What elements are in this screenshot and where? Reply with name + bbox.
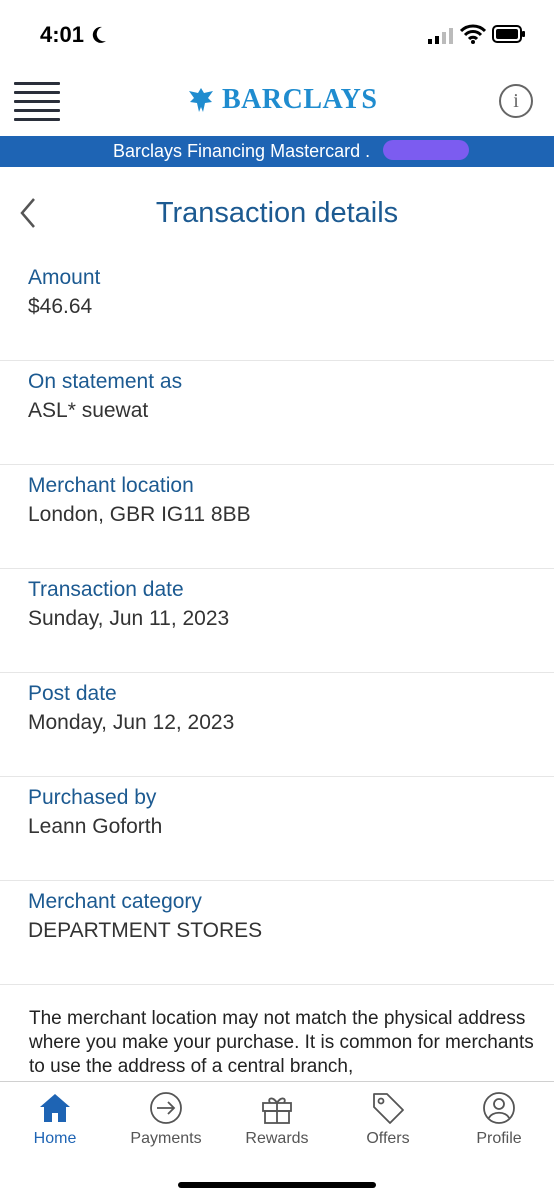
info-icon: i <box>513 90 519 112</box>
merchant-location-disclaimer: The merchant location may not match the … <box>29 1008 534 1077</box>
brand-name: BARCLAYS <box>222 84 378 115</box>
account-banner: Barclays Financing Mastercard . <box>0 136 554 167</box>
status-bar: 4:01 <box>0 0 554 70</box>
status-time: 4:01 <box>40 22 85 47</box>
tag-icon <box>373 1093 404 1124</box>
detail-label: Post date <box>28 682 117 705</box>
tab-home[interactable]: Home <box>0 1090 110 1160</box>
detail-value: $46.64 <box>28 295 93 318</box>
detail-row-post-date: Post date Monday, Jun 12, 2023 <box>0 673 554 777</box>
detail-row-merchant-location: Merchant location London, GBR IG11 8BB <box>0 465 554 569</box>
hamburger-menu-button[interactable] <box>14 82 60 121</box>
detail-label: On statement as <box>28 370 183 393</box>
detail-row-purchased-by: Purchased by Leann Goforth <box>0 777 554 881</box>
eagle-icon <box>189 88 213 112</box>
transaction-detail-list: Amount $46.64 On statement as ASL* suewa… <box>0 257 554 985</box>
detail-value: DEPARTMENT STORES <box>28 919 263 942</box>
detail-value: ASL* suewat <box>28 399 149 422</box>
page-title: Transaction details <box>155 197 399 229</box>
wifi-icon <box>460 24 486 44</box>
tab-label: Profile <box>476 1130 522 1147</box>
home-indicator <box>178 1182 376 1188</box>
detail-row-transaction-date: Transaction date Sunday, Jun 11, 2023 <box>0 569 554 673</box>
detail-row-amount: Amount $46.64 <box>0 257 554 361</box>
gift-icon <box>262 1097 292 1124</box>
battery-icon <box>492 25 525 43</box>
tab-label: Offers <box>366 1130 410 1147</box>
moon-icon <box>92 26 106 43</box>
detail-label: Merchant location <box>28 474 194 497</box>
detail-label: Amount <box>28 266 101 289</box>
detail-label: Purchased by <box>28 786 157 809</box>
payments-icon <box>150 1092 182 1124</box>
detail-value: Sunday, Jun 11, 2023 <box>28 607 230 630</box>
tab-payments[interactable]: Payments <box>111 1090 221 1160</box>
tab-label: Payments <box>130 1130 202 1147</box>
tab-offers[interactable]: Offers <box>333 1090 443 1160</box>
detail-label: Transaction date <box>28 578 184 601</box>
home-icon <box>40 1094 70 1122</box>
detail-value: Leann Goforth <box>28 815 163 838</box>
tab-label: Home <box>33 1130 77 1147</box>
tab-label: Rewards <box>245 1130 309 1147</box>
app-header: BARCLAYS i <box>0 70 554 136</box>
page-header: Transaction details <box>0 167 554 257</box>
detail-row-statement: On statement as ASL* suewat <box>0 361 554 465</box>
detail-row-merchant-category: Merchant category DEPARTMENT STORES <box>0 881 554 985</box>
cellular-signal-icon <box>428 28 453 44</box>
bottom-tab-bar: Home Payments Rewards Offers Profile <box>0 1081 554 1201</box>
detail-label: Merchant category <box>28 890 202 913</box>
detail-value: London, GBR IG11 8BB <box>28 503 251 526</box>
tab-profile[interactable]: Profile <box>444 1090 554 1160</box>
profile-icon <box>483 1092 515 1124</box>
barclays-logo: BARCLAYS <box>186 82 377 118</box>
account-name: Barclays Financing Mastercard . <box>113 141 371 161</box>
tab-rewards[interactable]: Rewards <box>222 1090 332 1160</box>
detail-value: Monday, Jun 12, 2023 <box>28 711 235 734</box>
redacted-account-number <box>383 140 469 160</box>
info-button[interactable]: i <box>499 84 533 118</box>
